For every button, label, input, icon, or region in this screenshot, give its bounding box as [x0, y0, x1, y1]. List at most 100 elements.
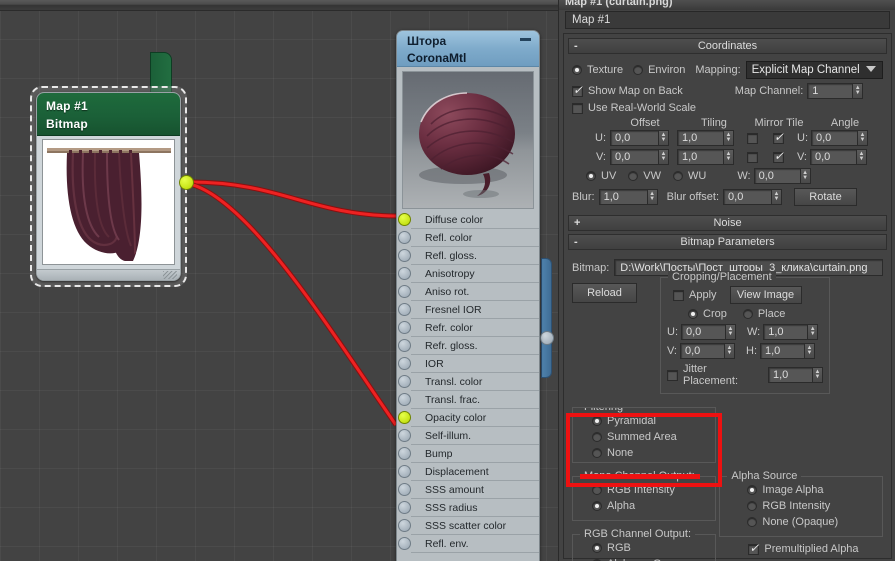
jitter-placement-value[interactable]: 1,0 — [768, 367, 812, 383]
crop-v-value[interactable]: 0,0 — [680, 343, 724, 359]
offset-u-spinner[interactable]: 0,0 ▲ ▼ — [610, 130, 669, 146]
vw-radio[interactable]: VW — [628, 170, 661, 182]
uv-radio[interactable]: UV — [586, 170, 616, 182]
material-slot-transl-color[interactable]: Transl. color — [398, 373, 539, 391]
tiling-u-value[interactable]: 1,0 — [677, 130, 723, 146]
tile-v-checkbox[interactable] — [773, 149, 784, 163]
rgb-output-option-rgb[interactable]: RGB — [592, 542, 631, 554]
material-slot-aniso-rot[interactable]: Aniso rot. — [398, 283, 539, 301]
angle-w-value[interactable]: 0,0 — [753, 168, 800, 184]
crop-w-spinner[interactable]: 1,0 ▲ ▼ — [763, 324, 819, 340]
material-slot-ior[interactable]: IOR — [398, 355, 539, 373]
bitmap-output-socket[interactable] — [179, 175, 194, 190]
crop-u-arrows[interactable]: ▲ ▼ — [725, 324, 736, 340]
bitmap-node-body[interactable]: Map #1 Bitmap — [36, 92, 181, 281]
rollout-bitmap-parameters[interactable]: - Bitmap Parameters — [568, 234, 887, 250]
crop-w-arrows[interactable]: ▲ ▼ — [807, 324, 819, 340]
wu-radio[interactable]: WU — [673, 170, 706, 182]
material-slot-sss-radius[interactable]: SSS radius — [398, 499, 539, 517]
crop-h-arrows[interactable]: ▲ ▼ — [804, 343, 815, 359]
slot-socket-icon[interactable] — [398, 501, 411, 514]
material-slot-anisotropy[interactable]: Anisotropy — [398, 265, 539, 283]
slot-socket-icon[interactable] — [398, 249, 411, 262]
corona-material-preview[interactable] — [402, 71, 534, 209]
apply-checkbox[interactable]: Apply — [673, 289, 717, 301]
material-slot-self-illum[interactable]: Self-illum. — [398, 427, 539, 445]
filtering-option-pyramidal[interactable]: Pyramidal — [592, 415, 656, 427]
use-real-world-scale-checkbox[interactable]: Use Real-World Scale — [572, 102, 696, 114]
material-slot-refr-color[interactable]: Refr. color — [398, 319, 539, 337]
crop-u-value[interactable]: 0,0 — [681, 324, 725, 340]
jitter-placement-arrows[interactable]: ▲ ▼ — [812, 367, 823, 383]
tiling-v-value[interactable]: 1,0 — [677, 149, 723, 165]
slot-socket-icon[interactable] — [398, 375, 411, 388]
crop-h-value[interactable]: 1,0 — [760, 343, 804, 359]
filtering-option-none[interactable]: None — [592, 447, 633, 459]
angle-v-arrows[interactable]: ▲ ▼ — [856, 149, 867, 165]
angle-v-value[interactable]: 0,0 — [810, 149, 856, 165]
material-slot-refl-gloss[interactable]: Refl. gloss. — [398, 247, 539, 265]
slot-socket-icon[interactable] — [398, 393, 411, 406]
mono-output-option-alpha[interactable]: Alpha — [592, 500, 635, 512]
offset-v-arrows[interactable]: ▲ ▼ — [658, 149, 669, 165]
rollout-coordinates-toggle[interactable]: - — [574, 39, 578, 53]
tiling-v-arrows[interactable]: ▲ ▼ — [723, 149, 734, 165]
map-channel-spinner[interactable]: 1 ▲ ▼ — [807, 83, 864, 99]
crop-u-spinner[interactable]: 0,0 ▲ ▼ — [681, 324, 736, 340]
tiling-u-arrows[interactable]: ▲ ▼ — [723, 130, 734, 146]
slot-socket-icon[interactable] — [398, 303, 411, 316]
tiling-v-spinner[interactable]: 1,0 ▲ ▼ — [677, 149, 734, 165]
material-slot-sss-scatter-color[interactable]: SSS scatter color — [398, 517, 539, 535]
filtering-option-summed-area[interactable]: Summed Area — [592, 431, 677, 443]
view-image-button[interactable]: View Image — [729, 286, 802, 304]
angle-v-spinner[interactable]: 0,0 ▲ ▼ — [810, 149, 867, 165]
reload-button[interactable]: Reload — [572, 283, 637, 303]
slot-socket-icon[interactable] — [398, 267, 411, 280]
offset-v-value[interactable]: 0,0 — [610, 149, 658, 165]
environ-radio[interactable]: Environ — [633, 64, 685, 76]
angle-u-value[interactable]: 0,0 — [811, 130, 857, 146]
slot-socket-icon[interactable] — [398, 321, 411, 334]
premultiplied-alpha-checkbox[interactable]: Premultiplied Alpha — [748, 541, 859, 555]
bitmap-node-thumbnail[interactable] — [42, 139, 175, 265]
material-slot-refl-color[interactable]: Refl. color — [398, 229, 539, 247]
slot-socket-icon[interactable] — [398, 357, 411, 370]
blur-offset-spinner[interactable]: 0,0 ▲ ▼ — [723, 189, 783, 205]
jitter-placement-checkbox[interactable]: Jitter Placement: — [667, 363, 763, 387]
corona-material-node[interactable]: Штора CoronaMtl Diffuse color Refl. colo… — [396, 30, 540, 561]
crop-radio[interactable]: Crop — [688, 308, 727, 320]
blur-offset-arrows[interactable]: ▲ ▼ — [771, 189, 783, 205]
slot-socket-icon[interactable] — [398, 411, 411, 424]
map-name-input[interactable]: Map #1 — [565, 11, 890, 29]
angle-u-arrows[interactable]: ▲ ▼ — [857, 130, 868, 146]
resize-grip-icon[interactable] — [163, 271, 177, 279]
mirror-v-checkbox[interactable] — [747, 151, 758, 163]
tile-u-checkbox[interactable] — [773, 130, 784, 144]
material-slot-bump[interactable]: Bump — [398, 445, 539, 463]
map-channel-value[interactable]: 1 — [807, 83, 853, 99]
angle-w-spinner[interactable]: 0,0 ▲ ▼ — [753, 168, 811, 184]
blur-arrows[interactable]: ▲ ▼ — [646, 189, 658, 205]
minimize-icon[interactable] — [520, 38, 531, 41]
crop-h-spinner[interactable]: 1,0 ▲ ▼ — [760, 343, 815, 359]
alpha-source-option-rgb-intensity[interactable]: RGB Intensity — [747, 500, 830, 512]
node-editor-canvas[interactable]: Map #1 Bitmap Штора CoronaMtl Diffuse co… — [0, 0, 558, 561]
crop-w-value[interactable]: 1,0 — [763, 324, 808, 340]
bitmap-node[interactable]: Map #1 Bitmap — [30, 86, 187, 287]
slot-socket-icon[interactable] — [398, 285, 411, 298]
corona-node-header[interactable]: Штора CoronaMtl — [397, 31, 539, 67]
tiling-u-spinner[interactable]: 1,0 ▲ ▼ — [677, 130, 734, 146]
slot-socket-icon[interactable] — [398, 537, 411, 550]
material-slot-displacement[interactable]: Displacement — [398, 463, 539, 481]
slot-socket-icon[interactable] — [398, 447, 411, 460]
mono-output-option-rgb-intensity[interactable]: RGB Intensity — [592, 484, 675, 496]
rollout-bitmap-parameters-toggle[interactable]: - — [574, 235, 578, 249]
angle-u-spinner[interactable]: 0,0 ▲ ▼ — [811, 130, 868, 146]
bitmap-node-header[interactable]: Map #1 Bitmap — [37, 93, 180, 136]
material-slot-refr-gloss[interactable]: Refr. gloss. — [398, 337, 539, 355]
material-slot-diffuse-color[interactable]: Diffuse color — [398, 211, 539, 229]
offset-v-spinner[interactable]: 0,0 ▲ ▼ — [610, 149, 669, 165]
show-map-on-back-checkbox[interactable]: Show Map on Back — [572, 83, 683, 97]
corona-material-output-socket[interactable] — [540, 331, 554, 345]
slot-socket-icon[interactable] — [398, 519, 411, 532]
